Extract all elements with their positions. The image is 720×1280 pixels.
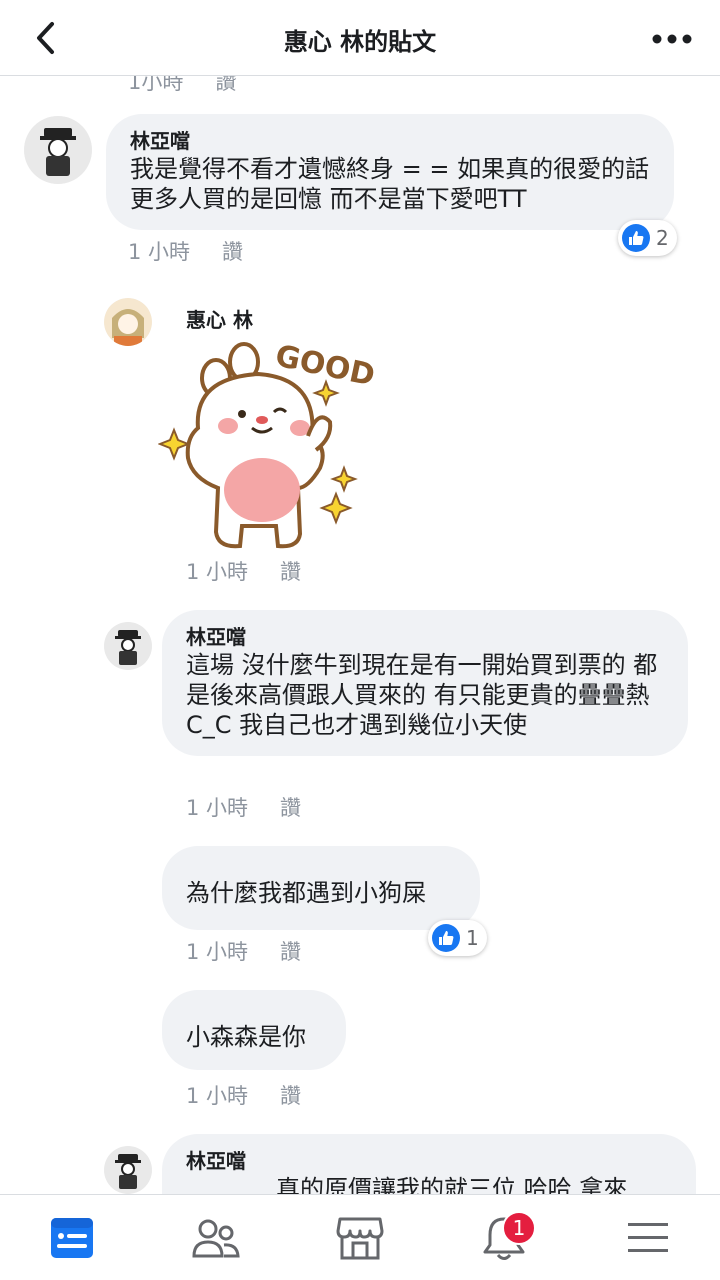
bottom-tab-bar: 1 <box>0 1194 720 1280</box>
comment-meta: 1 小時 讚 <box>186 556 301 586</box>
reaction-count[interactable]: 1 <box>428 920 487 956</box>
comment-meta: 1 小時 讚 <box>186 1080 301 1110</box>
tab-marketplace[interactable] <box>288 1195 432 1280</box>
avatar[interactable] <box>24 116 92 184</box>
more-button[interactable] <box>650 24 694 54</box>
comment-text: 這場 沒什麼牛到現在是有一開始買到票的 都是後來高價跟人買來的 有只能更貴的疊疊… <box>186 651 658 739</box>
tab-news-feed[interactable] <box>0 1195 144 1280</box>
news-feed-icon <box>51 1217 93 1258</box>
comment-author[interactable]: 林亞噹 <box>130 128 650 154</box>
marketplace-icon <box>336 1217 384 1259</box>
page-title: 惠心 林的貼文 <box>283 28 437 56</box>
comment-thread: 1小時 讚 林亞噹 我是覺得不看才遺憾終身 = = 如果真的很愛的話 更多人買的… <box>0 76 720 1194</box>
comment-text: 真的原價讓我的就三位 哈哈 拿來 <box>276 1175 628 1194</box>
like-link[interactable]: 讚 <box>280 792 301 822</box>
avatar[interactable] <box>104 1146 152 1194</box>
comment-meta: 1 小時 讚 <box>186 792 301 822</box>
top-bar: 惠心 林的貼文 <box>0 0 720 76</box>
reaction-count[interactable]: 2 <box>618 220 677 256</box>
comment-meta: 1 小時 讚 <box>128 236 243 266</box>
comment-meta: 1 小時 讚 <box>186 936 301 966</box>
like-link[interactable]: 讚 <box>280 1080 301 1110</box>
avatar[interactable] <box>104 298 152 346</box>
like-icon <box>432 924 460 952</box>
comment-bubble[interactable]: 林亞噹 真的原價讓我的就三位 哈哈 拿來 <box>162 1134 696 1194</box>
tab-menu[interactable] <box>576 1195 720 1280</box>
notification-badge: 1 <box>502 1211 536 1245</box>
comment-text: 我是覺得不看才遺憾終身 = = 如果真的很愛的話 更多人買的是回憶 而不是當下愛… <box>130 155 665 213</box>
comment-author[interactable]: 林亞噹 <box>186 624 664 650</box>
comment-time: 1小時 <box>128 76 184 94</box>
comment-bubble[interactable]: 林亞噹 這場 沒什麼牛到現在是有一開始買到票的 都是後來高價跟人買來的 有只能更… <box>162 610 688 756</box>
like-icon <box>622 224 650 252</box>
comment-author[interactable]: 林亞噹 <box>186 1148 672 1174</box>
comment-time: 1 小時 <box>186 560 249 584</box>
comment-meta-partial: 1小時 讚 <box>128 76 236 96</box>
tab-friends[interactable] <box>144 1195 288 1280</box>
comment-bubble[interactable]: 為什麼我都遇到小狗屎 <box>162 846 480 930</box>
comment-text: 為什麼我都遇到小狗屎 <box>186 879 426 907</box>
comment-author[interactable]: 惠心 林 <box>186 304 253 333</box>
comment-bubble[interactable]: 小森森是你 <box>162 990 346 1070</box>
like-link[interactable]: 讚 <box>280 936 301 966</box>
comment-text: 小森森是你 <box>186 1023 306 1051</box>
like-link[interactable]: 讚 <box>222 236 243 266</box>
comment-time: 1 小時 <box>186 940 249 964</box>
comment-time: 1 小時 <box>186 1084 249 1108</box>
more-horizontal-icon <box>652 34 692 44</box>
comment-time: 1 小時 <box>128 240 191 264</box>
comment-bubble[interactable]: 林亞噹 我是覺得不看才遺憾終身 = = 如果真的很愛的話 更多人買的是回憶 而不… <box>106 114 674 230</box>
friends-icon <box>192 1219 240 1257</box>
tab-notifications[interactable]: 1 <box>432 1195 576 1280</box>
like-link[interactable]: 讚 <box>215 76 236 96</box>
menu-icon <box>628 1222 668 1252</box>
like-link[interactable]: 讚 <box>280 556 301 586</box>
comment-time: 1 小時 <box>186 796 249 820</box>
good-sticker[interactable]: GOOD <box>157 338 378 554</box>
avatar[interactable] <box>104 622 152 670</box>
